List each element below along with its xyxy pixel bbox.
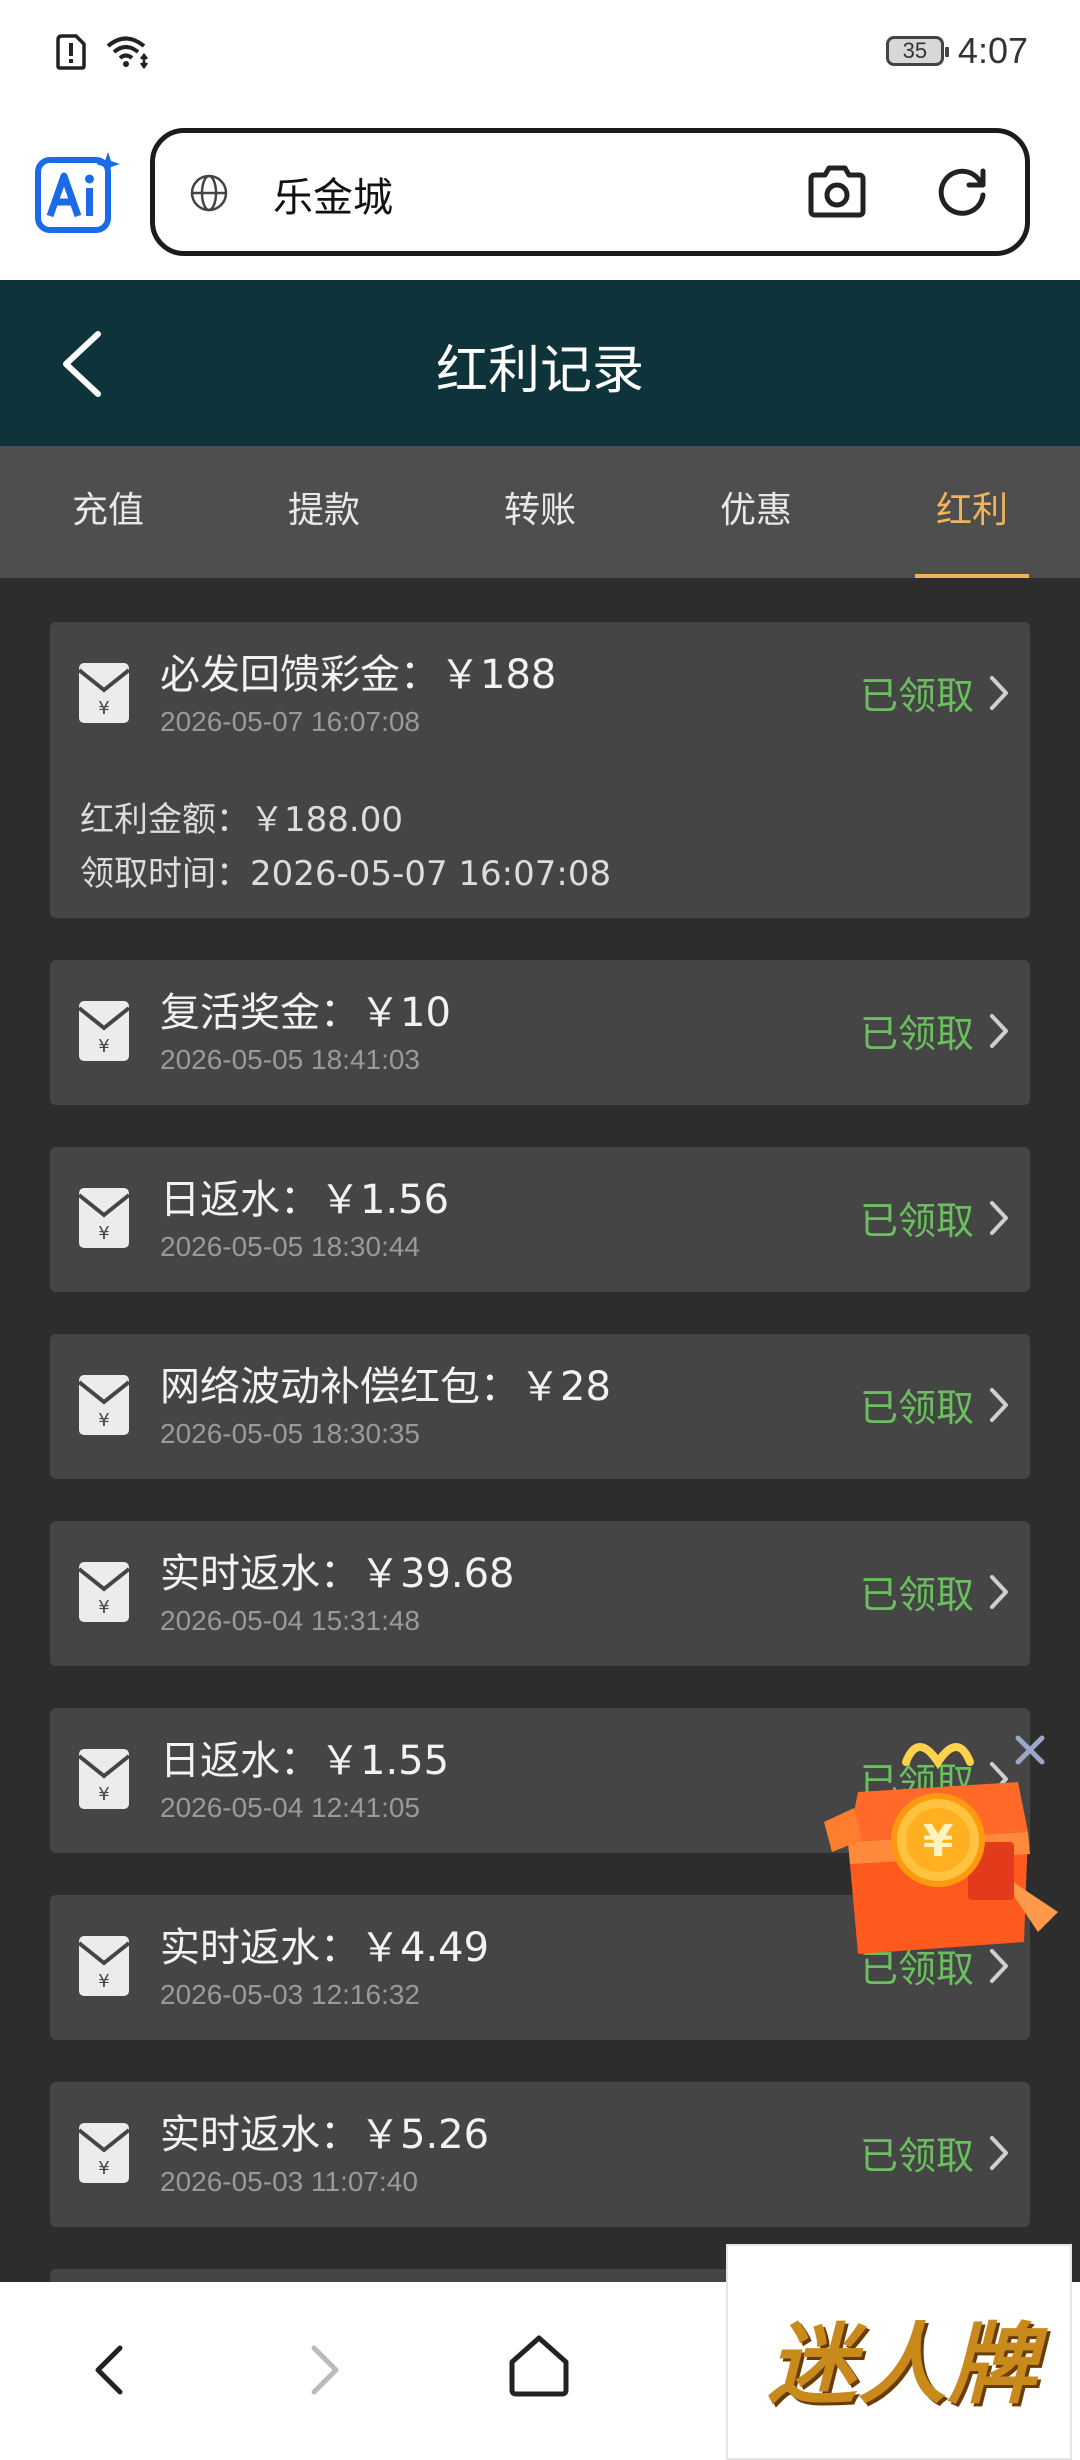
record-tabs: 充值 提款 转账 优惠 红利 bbox=[0, 446, 1080, 578]
browser-bar: 乐金城 bbox=[0, 110, 1080, 280]
red-envelope-icon: ¥ bbox=[78, 1936, 130, 1996]
red-envelope-icon: ¥ bbox=[78, 1001, 130, 1061]
watermark-text: 迷人牌 bbox=[768, 2313, 1039, 2416]
chevron-right-icon bbox=[990, 676, 1008, 710]
record-title: 网络波动补偿红包：￥28 bbox=[160, 1364, 611, 1410]
red-envelope-icon: ¥ bbox=[78, 1562, 130, 1622]
record-title: 必发回馈彩金：￥188 bbox=[160, 652, 557, 698]
address-bar[interactable]: 乐金城 bbox=[150, 128, 1030, 256]
record-card[interactable]: ¥ 实时返水：￥5.26 2026-05-03 11:07:40 已领取 bbox=[50, 2082, 1030, 2227]
record-detail-amount: 红利金额：￥188.00 bbox=[80, 800, 403, 840]
record-date: 2026-05-05 18:41:03 bbox=[160, 1044, 420, 1075]
record-date: 2026-05-05 18:30:44 bbox=[160, 1231, 420, 1262]
tab-promotion[interactable]: 优惠 bbox=[648, 446, 864, 578]
chevron-right-icon bbox=[990, 1014, 1008, 1048]
home-icon[interactable] bbox=[506, 2332, 572, 2398]
svg-text:¥: ¥ bbox=[98, 1784, 109, 1805]
svg-text:¥: ¥ bbox=[98, 2158, 109, 2179]
bonus-record-list: ¥ 必发回馈彩金：￥188 2026-05-07 16:07:08 已领取 红利… bbox=[50, 622, 1030, 2456]
svg-text:¥: ¥ bbox=[98, 1597, 109, 1618]
svg-text:¥: ¥ bbox=[923, 1816, 954, 1867]
nav-forward-icon[interactable] bbox=[306, 2342, 346, 2398]
ai-assistant-icon[interactable] bbox=[34, 150, 120, 236]
tab-withdraw[interactable]: 提款 bbox=[216, 446, 432, 578]
record-status: 已领取 bbox=[859, 674, 974, 718]
record-title: 实时返水：￥4.49 bbox=[160, 1925, 490, 1971]
record-date: 2026-05-04 15:31:48 bbox=[160, 1605, 420, 1636]
svg-text:¥: ¥ bbox=[98, 698, 109, 719]
svg-text:¥: ¥ bbox=[98, 1410, 109, 1431]
record-card[interactable]: ¥ 必发回馈彩金：￥188 2026-05-07 16:07:08 已领取 红利… bbox=[50, 622, 1030, 918]
svg-text:¥: ¥ bbox=[98, 1223, 109, 1244]
chevron-right-icon bbox=[990, 2136, 1008, 2170]
record-date: 2026-05-03 12:16:32 bbox=[160, 1979, 420, 2010]
chevron-right-icon bbox=[990, 1575, 1008, 1609]
wifi-icon bbox=[106, 36, 148, 69]
status-icons-right: 35 4:07 bbox=[885, 30, 1028, 72]
red-envelope-icon: ¥ bbox=[78, 663, 130, 723]
record-status: 已领取 bbox=[859, 1199, 974, 1243]
camera-icon[interactable] bbox=[805, 163, 869, 221]
tab-recharge[interactable]: 充值 bbox=[0, 446, 216, 578]
record-date: 2026-05-07 16:07:08 bbox=[160, 706, 420, 737]
svg-text:¥: ¥ bbox=[98, 1971, 109, 1992]
record-date: 2026-05-04 12:41:05 bbox=[160, 1792, 420, 1823]
record-title: 复活奖金：￥10 bbox=[160, 990, 451, 1036]
chevron-right-icon bbox=[990, 1201, 1008, 1235]
page-title: 红利记录 bbox=[435, 341, 644, 401]
app-header: 红利记录 bbox=[0, 280, 1080, 446]
status-bar: 35 4:07 bbox=[0, 0, 1080, 110]
status-icons-left bbox=[56, 34, 150, 70]
record-title: 日返水：￥1.56 bbox=[160, 1177, 450, 1223]
nav-back-icon[interactable] bbox=[88, 2342, 128, 2398]
red-envelope-icon: ¥ bbox=[78, 1375, 130, 1435]
record-title: 实时返水：￥39.68 bbox=[160, 1551, 515, 1597]
close-icon[interactable] bbox=[1010, 1730, 1050, 1770]
reload-icon[interactable] bbox=[933, 163, 991, 221]
red-envelope-icon: ¥ bbox=[78, 1188, 130, 1248]
record-status: 已领取 bbox=[859, 1573, 974, 1617]
record-date: 2026-05-05 18:30:35 bbox=[160, 1418, 420, 1449]
watermark-logo: 迷人牌 bbox=[726, 2244, 1072, 2460]
record-status: 已领取 bbox=[859, 1386, 974, 1430]
red-envelope-icon: ¥ bbox=[78, 2123, 130, 2183]
record-status: 已领取 bbox=[859, 1012, 974, 1056]
alert-sim-icon bbox=[56, 34, 86, 70]
globe-icon bbox=[190, 174, 228, 212]
red-envelope-icon: ¥ bbox=[78, 1749, 130, 1809]
chevron-right-icon bbox=[990, 1388, 1008, 1422]
svg-text:¥: ¥ bbox=[98, 1036, 109, 1057]
tab-transfer[interactable]: 转账 bbox=[432, 446, 648, 578]
record-title: 实时返水：￥5.26 bbox=[160, 2112, 490, 2158]
record-card[interactable]: ¥ 实时返水：￥39.68 2026-05-04 15:31:48 已领取 bbox=[50, 1521, 1030, 1666]
record-status: 已领取 bbox=[859, 2134, 974, 2178]
record-card[interactable]: ¥ 复活奖金：￥10 2026-05-05 18:41:03 已领取 bbox=[50, 960, 1030, 1105]
battery-icon: 35 bbox=[885, 36, 949, 66]
clock: 4:07 bbox=[957, 30, 1028, 71]
url-text[interactable]: 乐金城 bbox=[273, 165, 393, 223]
record-card[interactable]: ¥ 日返水：￥1.56 2026-05-05 18:30:44 已领取 bbox=[50, 1147, 1030, 1292]
record-card[interactable]: ¥ 网络波动补偿红包：￥28 2026-05-05 18:30:35 已领取 bbox=[50, 1334, 1030, 1479]
tab-bonus[interactable]: 红利 bbox=[864, 446, 1080, 578]
record-detail-time: 领取时间：2026-05-07 16:07:08 bbox=[80, 854, 612, 894]
record-title: 日返水：￥1.55 bbox=[160, 1738, 450, 1784]
record-date: 2026-05-03 11:07:40 bbox=[160, 2166, 418, 2197]
